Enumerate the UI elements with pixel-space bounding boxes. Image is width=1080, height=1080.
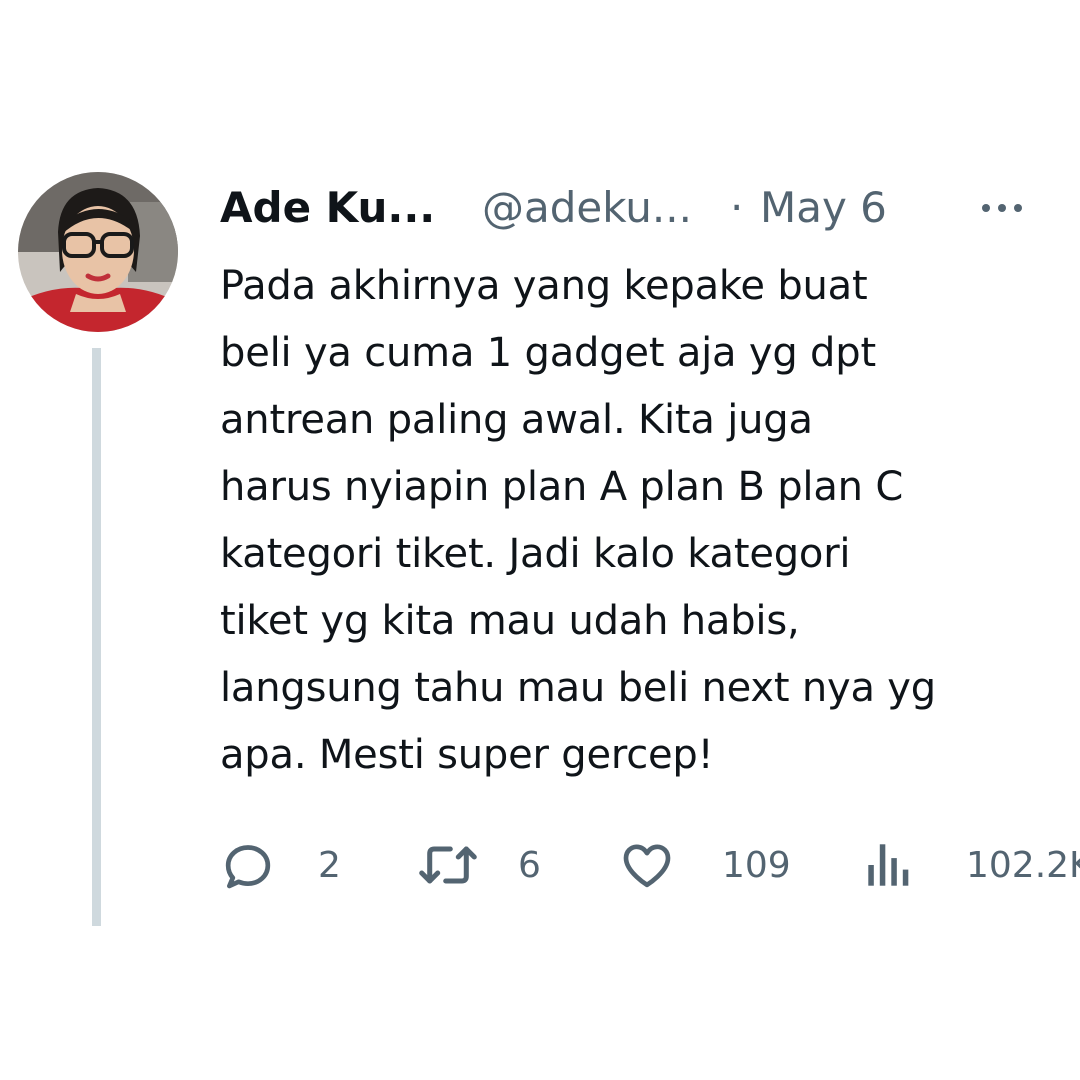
tweet-date[interactable]: May 6 bbox=[760, 180, 887, 236]
retweet-icon bbox=[416, 837, 480, 893]
reply-button[interactable]: 2 bbox=[220, 830, 341, 900]
heart-icon bbox=[618, 837, 676, 893]
more-dot bbox=[998, 204, 1006, 212]
avatar[interactable] bbox=[18, 172, 178, 332]
like-button[interactable]: 109 bbox=[618, 830, 791, 900]
header-separator: · bbox=[730, 183, 744, 232]
tweet-card[interactable]: Ade Ku... @adeku... · May 6 Pada akhirny… bbox=[0, 0, 1080, 1080]
more-horizontal-icon bbox=[982, 204, 990, 212]
views-count: 102.2K bbox=[966, 844, 1080, 886]
tweet-text: Pada akhirnya yang kepake buat beli ya c… bbox=[220, 263, 936, 778]
avatar-photo-icon bbox=[18, 172, 178, 332]
views-button[interactable]: 102.2K bbox=[866, 830, 1080, 900]
reply-count: 2 bbox=[318, 844, 341, 886]
reply-icon bbox=[220, 837, 276, 893]
thread-connector-line bbox=[92, 348, 101, 926]
more-dot bbox=[1014, 204, 1022, 212]
tweet-header: Ade Ku... @adeku... · May 6 bbox=[220, 180, 1060, 240]
author-display-name[interactable]: Ade Ku... bbox=[220, 180, 435, 236]
author-handle[interactable]: @adeku... bbox=[482, 180, 692, 236]
like-count: 109 bbox=[722, 844, 791, 886]
views-chart-icon bbox=[866, 837, 912, 893]
retweet-count: 6 bbox=[518, 844, 541, 886]
retweet-button[interactable]: 6 bbox=[416, 830, 541, 900]
tweet-actions-bar: 2 6 109 102.2 bbox=[220, 830, 1080, 900]
more-options-button[interactable] bbox=[972, 188, 1032, 228]
